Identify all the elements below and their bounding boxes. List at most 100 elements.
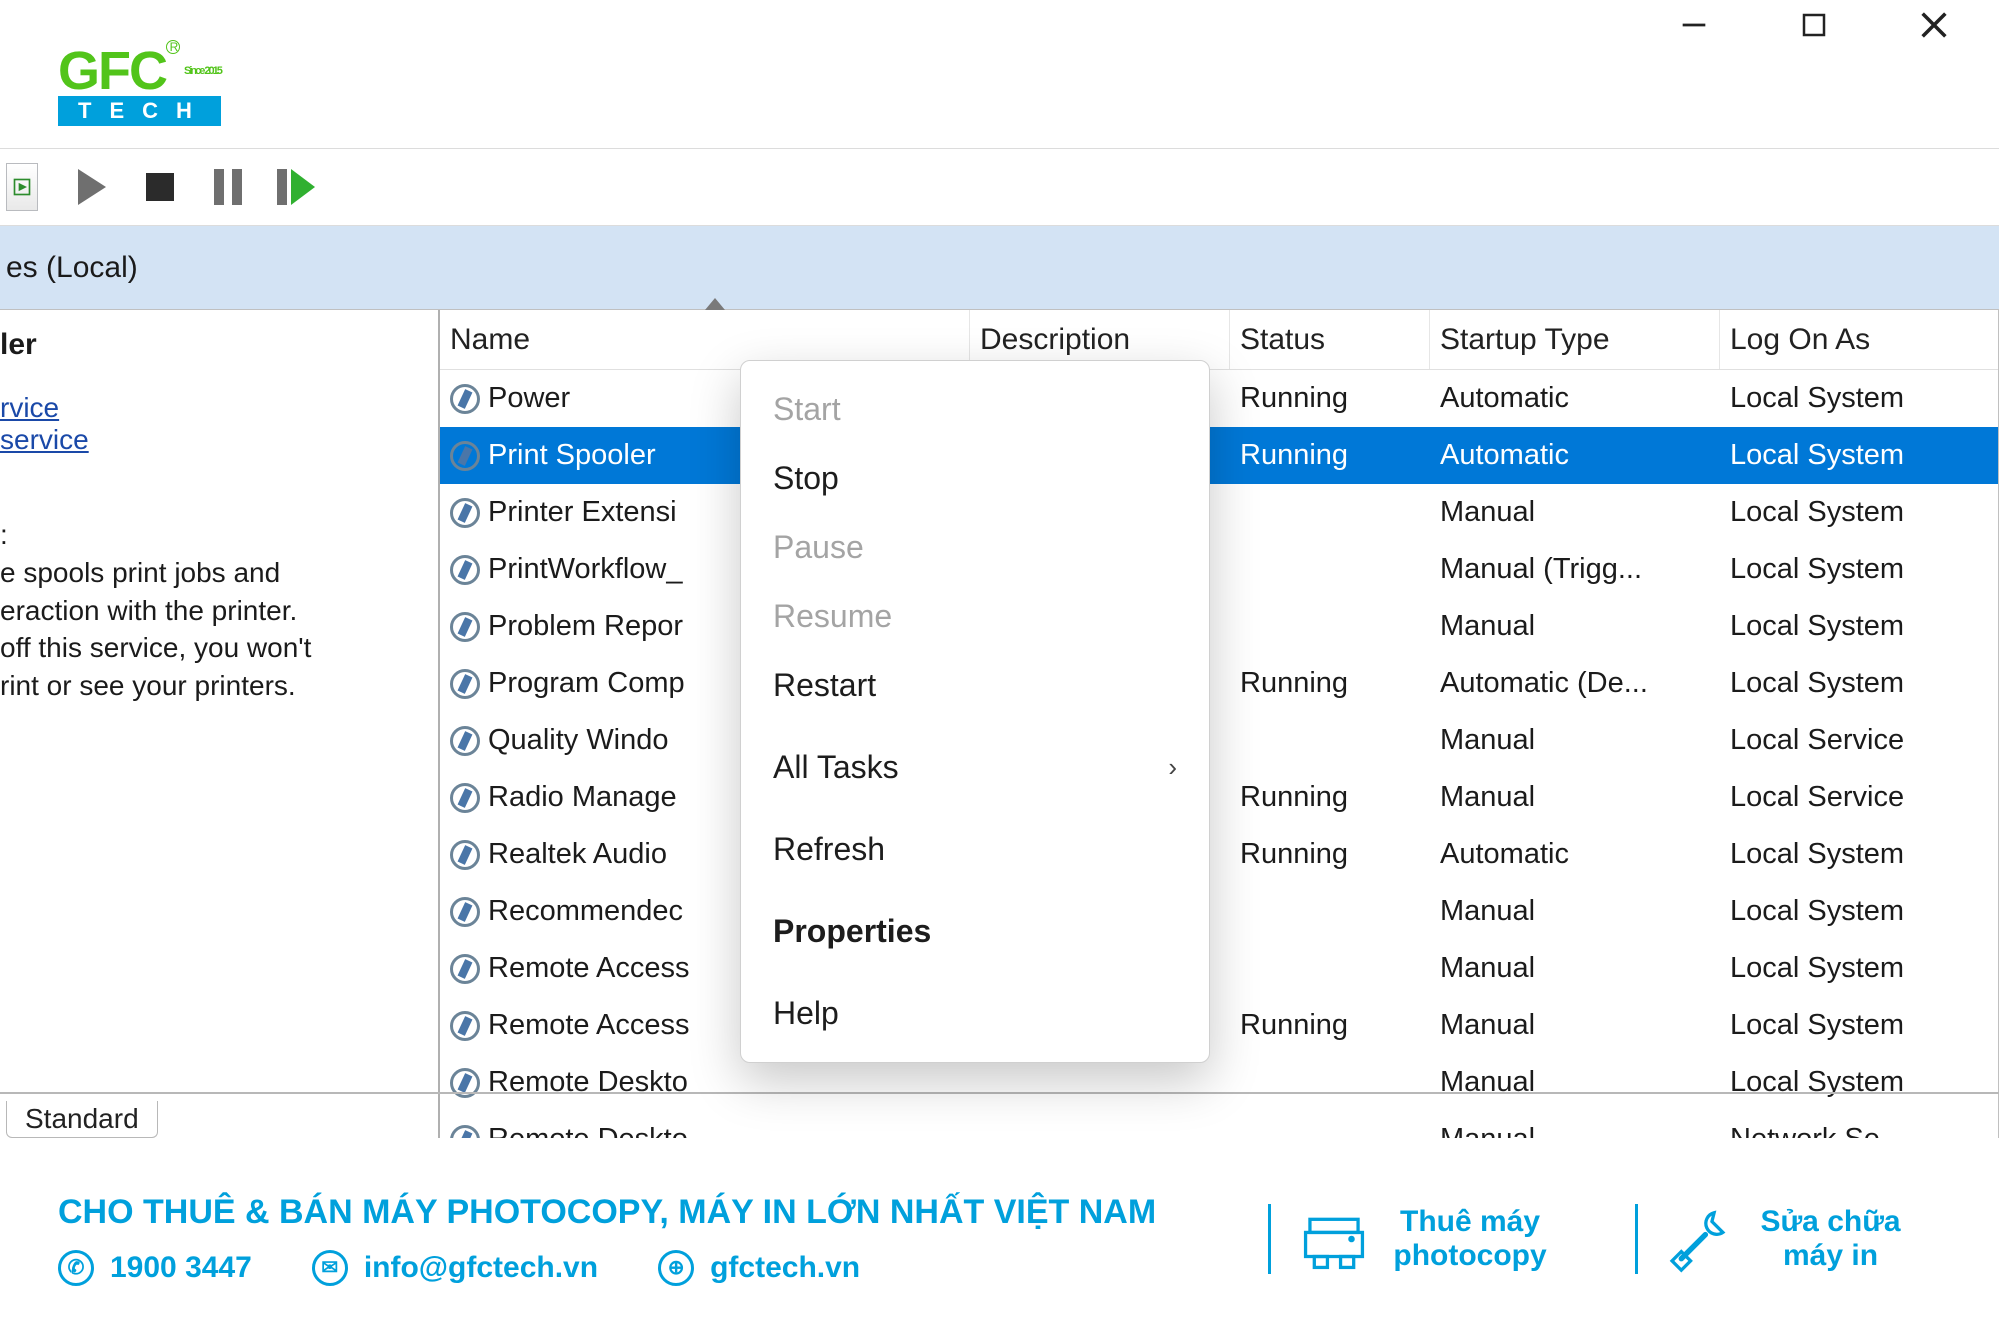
footer-phone: 1900 3447 xyxy=(110,1251,252,1285)
cell-name-text: Print Spooler xyxy=(488,439,656,472)
service-gear-icon xyxy=(450,669,480,699)
sort-ascending-icon xyxy=(705,298,725,310)
services-local-header: es (Local) xyxy=(0,226,1999,310)
tab-standard[interactable]: Standard xyxy=(6,1101,158,1138)
window-close-button[interactable] xyxy=(1899,5,1969,45)
chevron-right-icon: › xyxy=(1168,752,1177,783)
service-row[interactable]: Realtek AudioRunningAutomaticLocal Syste… xyxy=(440,826,1998,883)
ctx-help[interactable]: Help xyxy=(741,979,1209,1048)
toolbar-start-button[interactable] xyxy=(72,163,112,211)
detail-desc-line3: off this service, you won't xyxy=(0,629,428,667)
cell-logon: Local System xyxy=(1720,838,1960,871)
ctx-separator xyxy=(741,726,1209,727)
detail-restart-link[interactable]: service xyxy=(0,424,428,456)
column-header-startup-type[interactable]: Startup Type xyxy=(1430,310,1720,369)
cell-name-text: Remote Access xyxy=(488,952,689,985)
cell-name-text: Realtek Audio xyxy=(488,838,667,871)
service-row[interactable]: Program Comp RunningAutomatic (De...Local… xyxy=(440,655,1998,712)
ctx-start: Start xyxy=(741,375,1209,444)
service-gear-icon xyxy=(450,954,480,984)
service-row[interactable]: RecommendecManualLocal System xyxy=(440,883,1998,940)
ctx-stop[interactable]: Stop xyxy=(741,444,1209,513)
stop-icon xyxy=(146,173,174,201)
service-gear-icon xyxy=(450,1011,480,1041)
detail-desc-line1: e spools print jobs and xyxy=(0,554,428,592)
logo-since-text: Since 2015 xyxy=(184,65,221,77)
detail-service-name: ler xyxy=(0,328,428,362)
view-tabs: Standard xyxy=(0,1092,1999,1138)
cell-logon: Local System xyxy=(1720,610,1960,643)
globe-icon: ⊕ xyxy=(658,1250,694,1286)
footer-repair-line2: máy in xyxy=(1760,1239,1900,1273)
page-footer: CHO THUÊ & BÁN MÁY PHOTOCOPY, MÁY IN LỚN… xyxy=(0,1138,1999,1333)
ctx-separator xyxy=(741,890,1209,891)
ctx-properties[interactable]: Properties xyxy=(741,897,1209,966)
window-minimize-button[interactable] xyxy=(1659,5,1729,45)
footer-rent-line2: photocopy xyxy=(1393,1239,1546,1273)
window-maximize-button[interactable] xyxy=(1779,5,1849,45)
service-row[interactable]: Printer ExtensiManualLocal System xyxy=(440,484,1998,541)
cell-startup: Manual xyxy=(1430,895,1720,928)
service-row[interactable]: PowerManages po...RunningAutomaticLocal … xyxy=(440,370,1998,427)
cell-logon: Local System xyxy=(1720,439,1960,472)
cell-logon: Local System xyxy=(1720,952,1960,985)
cell-status: Running xyxy=(1230,382,1430,415)
window-titlebar xyxy=(0,0,1999,50)
cell-logon: Local System xyxy=(1720,667,1960,700)
phone-icon: ✆ xyxy=(58,1250,94,1286)
cell-startup: Manual xyxy=(1430,1009,1720,1042)
detail-desc-line2: eraction with the printer. xyxy=(0,592,428,630)
column-header-log-on-as[interactable]: Log On As xyxy=(1720,310,1960,369)
service-row[interactable]: PrintWorkflow_Manual (Trigg...Local Syst… xyxy=(440,541,1998,598)
toolbar-properties-icon[interactable] xyxy=(6,163,38,211)
cell-name-text: Quality Windo xyxy=(488,724,669,757)
cell-name-text: Problem Repor xyxy=(488,610,683,643)
service-gear-icon xyxy=(450,441,480,471)
cell-name-text: Radio Manage xyxy=(488,781,677,814)
ctx-resume: Resume xyxy=(741,582,1209,651)
cell-logon: Local System xyxy=(1720,382,1960,415)
service-row[interactable]: Quality WindoManualLocal Service xyxy=(440,712,1998,769)
service-row[interactable]: Print SpoolerRunningAutomaticLocal Syste… xyxy=(440,427,1998,484)
cell-logon: Local System xyxy=(1720,553,1960,586)
toolbar-stop-button[interactable] xyxy=(140,163,180,211)
ctx-restart[interactable]: Restart xyxy=(741,651,1209,720)
play-icon xyxy=(78,169,106,205)
gfc-logo: GFC R Since 2015 TECH xyxy=(58,40,221,126)
cell-startup: Automatic (De... xyxy=(1430,667,1720,700)
toolbar-restart-button[interactable] xyxy=(276,163,316,211)
service-gear-icon xyxy=(450,783,480,813)
cell-status: Running xyxy=(1230,667,1430,700)
cell-name-text: Program Comp xyxy=(488,667,685,700)
logo-text-bottom: TECH xyxy=(58,96,221,126)
column-header-status[interactable]: Status xyxy=(1230,310,1430,369)
cell-logon: Local Service xyxy=(1720,724,1960,757)
detail-start-link[interactable]: rvice xyxy=(0,392,428,424)
footer-repair-line1: Sửa chữa xyxy=(1760,1205,1900,1239)
ctx-all-tasks[interactable]: All Tasks› xyxy=(741,733,1209,802)
service-gear-icon xyxy=(450,726,480,756)
ctx-refresh[interactable]: Refresh xyxy=(741,815,1209,884)
services-list-pane: Name Description Status Startup Type Log… xyxy=(440,310,1998,1138)
service-row[interactable]: Remote AccessRunningManualLocal System xyxy=(440,997,1998,1054)
cell-name-text: Recommendec xyxy=(488,895,683,928)
service-row[interactable]: Radio ManageRunningManualLocal Service xyxy=(440,769,1998,826)
service-row[interactable]: Problem ReporManualLocal System xyxy=(440,598,1998,655)
cell-logon: Local System xyxy=(1720,1009,1960,1042)
copier-icon xyxy=(1299,1204,1369,1274)
service-gear-icon xyxy=(450,384,480,414)
service-gear-icon xyxy=(450,897,480,927)
footer-website: gfctech.vn xyxy=(710,1251,860,1285)
footer-headline: CHO THUÊ & BÁN MÁY PHOTOCOPY, MÁY IN LỚN… xyxy=(58,1193,1238,1232)
service-row[interactable]: Remote Access ManualLocal System xyxy=(440,940,1998,997)
cell-startup: Automatic xyxy=(1430,439,1720,472)
cell-startup: Manual xyxy=(1430,952,1720,985)
services-toolbar xyxy=(0,148,1999,226)
repair-icon xyxy=(1666,1204,1736,1274)
toolbar-pause-button[interactable] xyxy=(208,163,248,211)
cell-logon: Local System xyxy=(1720,496,1960,529)
registered-mark-icon: R xyxy=(166,40,180,54)
pause-icon xyxy=(214,169,242,205)
cell-startup: Manual xyxy=(1430,496,1720,529)
email-icon: ✉ xyxy=(312,1250,348,1286)
